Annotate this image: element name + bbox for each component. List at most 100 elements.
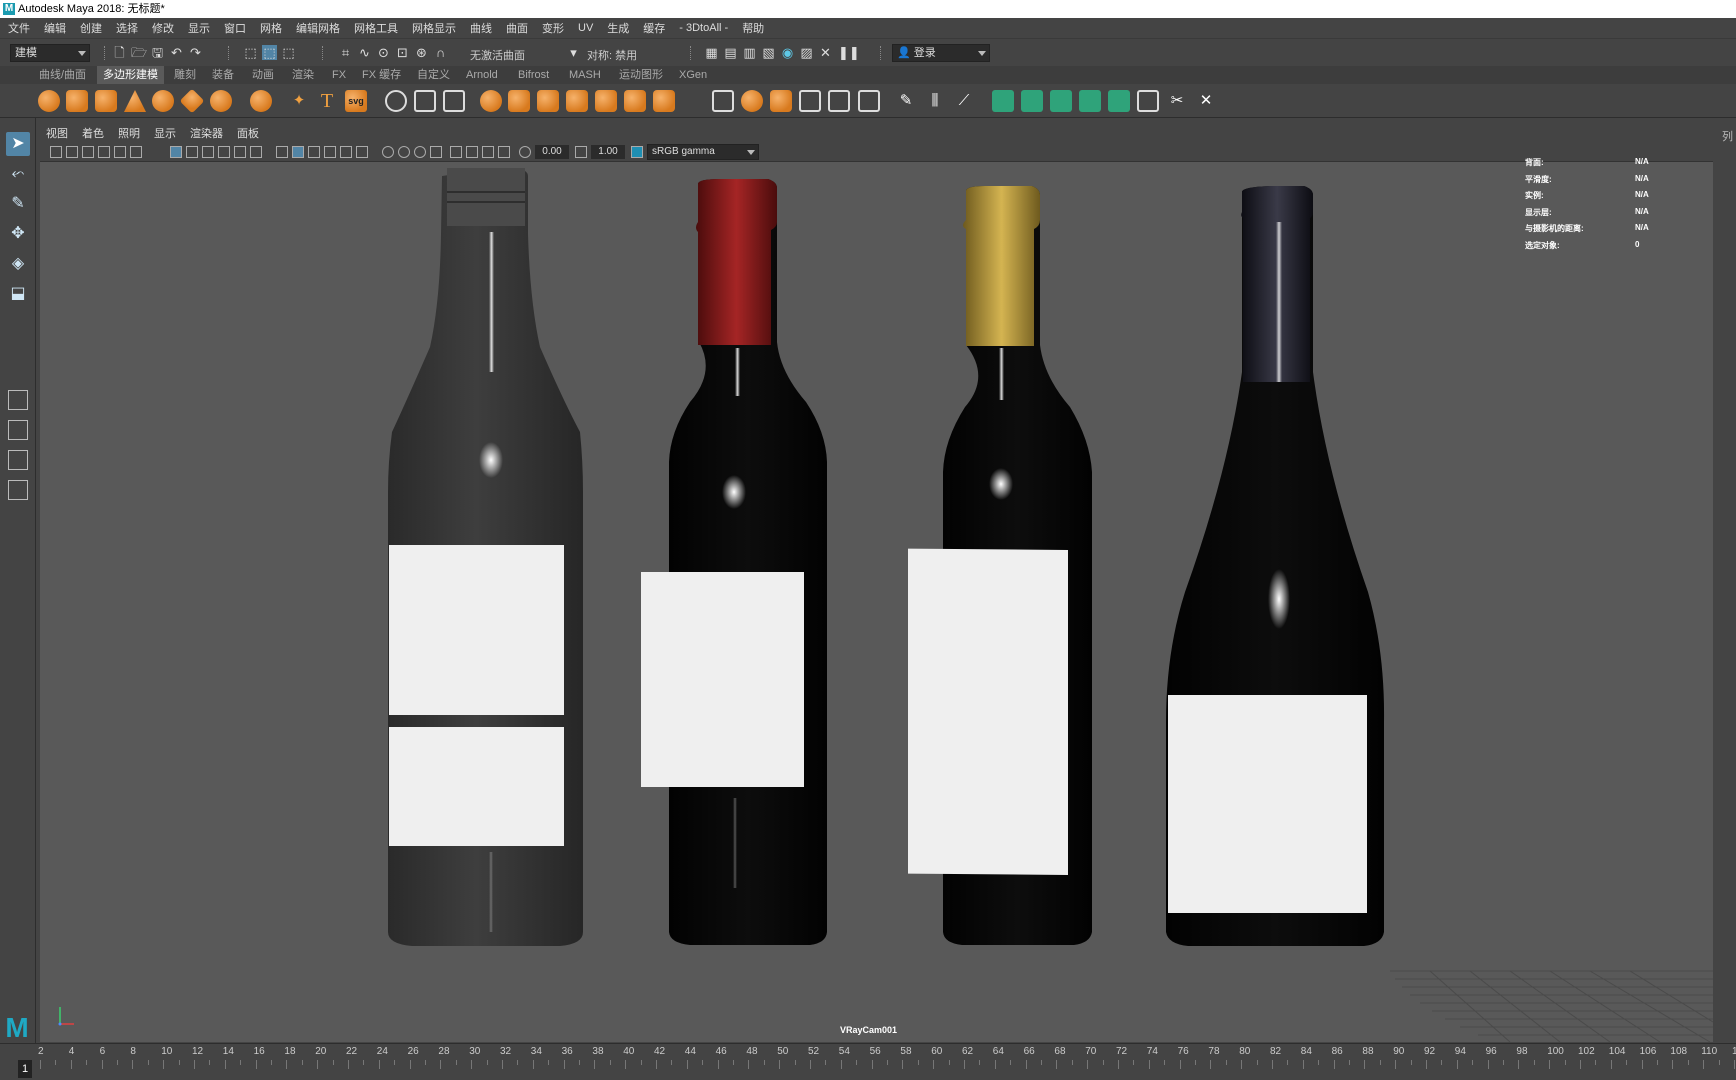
render-setup-icon[interactable]: ▨ <box>799 45 814 60</box>
gamma-field[interactable]: 1.00 <box>591 145 625 159</box>
two-view-layout-icon[interactable] <box>8 450 28 470</box>
shelf-tab-fx-cache[interactable]: FX 缓存 <box>356 66 407 84</box>
poly-cylinder-icon[interactable] <box>95 90 117 112</box>
shelf-tab-rendering[interactable]: 渲染 <box>286 66 320 84</box>
scene-render[interactable] <box>40 162 1713 1042</box>
snap-live-icon[interactable]: ⊛ <box>414 45 429 60</box>
viewport-menu-renderer[interactable]: 渲染器 <box>190 125 223 141</box>
menu-uv[interactable]: UV <box>578 22 593 34</box>
menu-display[interactable]: 显示 <box>188 20 210 36</box>
snap-grid-icon[interactable]: ⌗ <box>338 45 353 60</box>
render-view-icon[interactable]: ▦ <box>704 45 719 60</box>
select-by-object-icon[interactable]: ⬚ <box>262 45 277 60</box>
viewport-menu-lighting[interactable]: 照明 <box>118 125 140 141</box>
bottle-red-capsule[interactable] <box>641 179 827 945</box>
shelf-tab-motion-graphics[interactable]: 运动图形 <box>613 66 669 84</box>
extrude-icon[interactable] <box>741 90 763 112</box>
uv-spherical-icon[interactable] <box>1050 90 1072 112</box>
backface-culling-icon[interactable] <box>498 146 510 158</box>
shelf-tab-xgen[interactable]: XGen <box>673 66 713 84</box>
select-by-component-icon[interactable]: ⬚ <box>281 45 296 60</box>
grease-pencil-icon[interactable] <box>130 146 142 158</box>
reduce-icon[interactable] <box>595 90 617 112</box>
gamma-icon[interactable] <box>575 146 587 158</box>
paint-select-tool-icon[interactable]: ✎ <box>6 192 30 216</box>
menu-generate[interactable]: 生成 <box>607 20 629 36</box>
menu-create[interactable]: 创建 <box>80 20 102 36</box>
mode-selector[interactable]: 建模 <box>10 44 90 62</box>
menu-curves[interactable]: 曲线 <box>470 20 492 36</box>
time-slider[interactable]: 1 2 4 6 8 10 12 14 16 18 20 22 24 26 28 30 32 34 36 38 40 42… <box>0 1043 1736 1080</box>
bottle-grey[interactable] <box>388 168 583 946</box>
isolate-select-icon[interactable] <box>450 146 462 158</box>
uv-planar-icon[interactable] <box>992 90 1014 112</box>
shadows-icon[interactable] <box>382 146 394 158</box>
multi-cut-icon[interactable]: ✎ <box>895 90 917 112</box>
gate-mask-icon[interactable] <box>218 146 230 158</box>
wireframe-on-shaded-icon[interactable] <box>324 146 336 158</box>
two-d-pan-icon[interactable] <box>114 146 126 158</box>
anti-aliasing-icon[interactable] <box>430 146 442 158</box>
view-transform-dropdown[interactable]: sRGB gamma <box>647 144 759 160</box>
screen-space-ao-icon[interactable] <box>398 146 410 158</box>
resolution-gate-icon[interactable] <box>202 146 214 158</box>
hypershade-icon[interactable]: ◉ <box>780 45 795 60</box>
default-material-icon[interactable] <box>308 146 320 158</box>
viewport-menu-shading[interactable]: 着色 <box>82 125 104 141</box>
menu-windows[interactable]: 窗口 <box>224 20 246 36</box>
svg-icon[interactable]: svg <box>345 90 367 112</box>
viewport-menu-view[interactable]: 视图 <box>46 125 68 141</box>
color-management-icon[interactable] <box>631 146 643 158</box>
bookmark-icon[interactable] <box>82 146 94 158</box>
menu-edit-mesh[interactable]: 编辑网格 <box>296 20 340 36</box>
wedge-icon[interactable] <box>828 90 850 112</box>
viewport-menu-panels[interactable]: 面板 <box>237 125 259 141</box>
uv-unfold-icon[interactable] <box>1108 90 1130 112</box>
menu-help[interactable]: 帮助 <box>742 20 764 36</box>
channel-box-label[interactable]: 列 <box>1722 128 1733 144</box>
combine-icon[interactable] <box>385 90 407 112</box>
sew-uv-icon[interactable]: ✕ <box>1195 90 1217 112</box>
four-view-layout-icon[interactable] <box>8 420 28 440</box>
uv-automatic-icon[interactable] <box>1079 90 1101 112</box>
undo-icon[interactable]: ↶ <box>169 45 184 60</box>
motion-blur-icon[interactable] <box>414 146 426 158</box>
poly-disc-icon[interactable] <box>210 90 232 112</box>
login-dropdown[interactable]: 👤 登录 <box>892 44 990 62</box>
snap-point-icon[interactable]: ⊙ <box>376 45 391 60</box>
rotate-tool-icon[interactable]: ◈ <box>6 252 30 276</box>
symmetry-label[interactable]: 对称: 禁用 <box>587 47 637 63</box>
append-polygon-icon[interactable] <box>799 90 821 112</box>
grid-icon[interactable] <box>170 146 182 158</box>
wireframe-icon[interactable] <box>276 146 288 158</box>
xray-icon[interactable] <box>466 146 478 158</box>
field-chart-icon[interactable] <box>234 146 246 158</box>
menu-mesh[interactable]: 网格 <box>260 20 282 36</box>
type-icon[interactable]: T <box>316 90 338 112</box>
poly-plane-icon[interactable] <box>179 88 205 114</box>
uv-cylindrical-icon[interactable] <box>1021 90 1043 112</box>
bridge-icon[interactable] <box>712 90 734 112</box>
exposure-field[interactable]: 0.00 <box>535 145 569 159</box>
move-tool-icon[interactable]: ✥ <box>6 222 30 246</box>
shelf-tab-bifrost[interactable]: Bifrost <box>512 66 555 84</box>
chevron-down-icon[interactable]: ▾ <box>566 45 581 60</box>
render-frame-icon[interactable]: ▤ <box>723 45 738 60</box>
menu-deform[interactable]: 变形 <box>542 20 564 36</box>
cut-uv-icon[interactable]: ✂ <box>1166 90 1188 112</box>
open-scene-icon[interactable]: 🗁 <box>131 45 147 60</box>
pause-icon[interactable]: ❚❚ <box>838 45 860 60</box>
shelf-tab-sculpting[interactable]: 雕刻 <box>168 66 202 84</box>
menu-edit[interactable]: 编辑 <box>44 20 66 36</box>
bevel-icon[interactable] <box>770 90 792 112</box>
shelf-tab-fx[interactable]: FX <box>326 66 352 84</box>
new-scene-icon[interactable]: 🗋 <box>112 45 127 60</box>
shelf-tab-mash[interactable]: MASH <box>563 66 607 84</box>
edge-loop-icon[interactable]: ⫼ <box>924 90 946 112</box>
menu-modify[interactable]: 修改 <box>152 20 174 36</box>
uv-editor-icon[interactable] <box>1137 90 1159 112</box>
exposure-icon[interactable] <box>519 146 531 158</box>
film-gate-icon[interactable] <box>186 146 198 158</box>
render-settings-icon[interactable]: ▧ <box>761 45 776 60</box>
shelf-tab-rigging[interactable]: 装备 <box>206 66 240 84</box>
